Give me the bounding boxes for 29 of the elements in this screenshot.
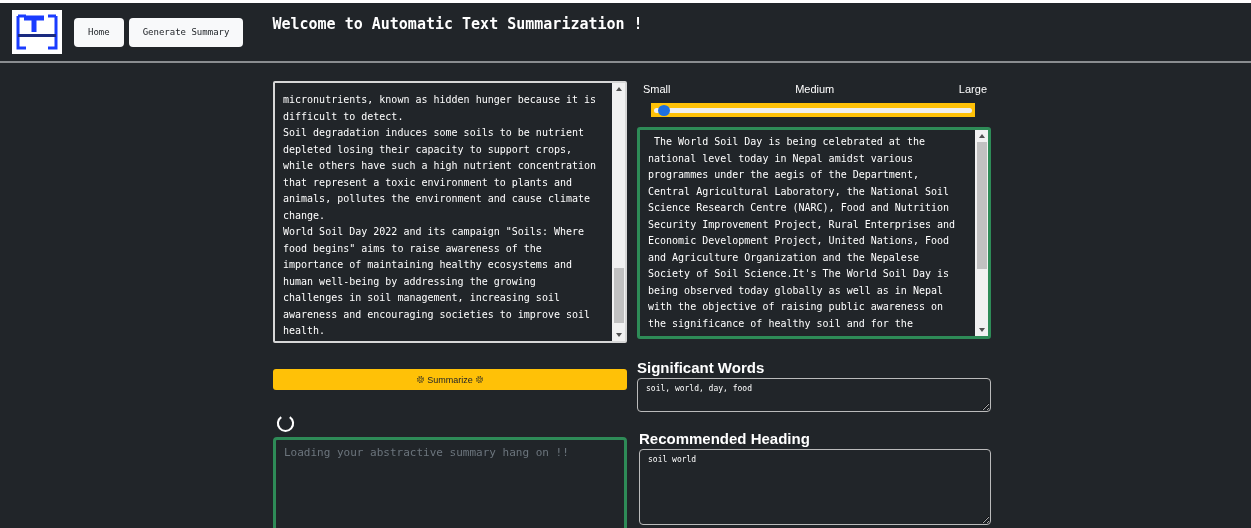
- scrollbar[interactable]: [612, 83, 625, 341]
- scrollbar-thumb[interactable]: [976, 142, 987, 269]
- section-heading: Significant Words: [637, 359, 766, 376]
- keywords-field[interactable]: soil, world, day, food: [637, 378, 991, 412]
- summary-field[interactable]: Loading your abstractive summary hang on !!: [273, 437, 627, 528]
- nav-button[interactable]: Generate Summary: [128, 17, 244, 47]
- summarize-button[interactable]: Summarize: [273, 369, 627, 390]
- scroll-down-icon[interactable]: [615, 333, 622, 337]
- slider-label: Large: [958, 83, 987, 95]
- extractive-summary-area[interactable]: [637, 127, 991, 339]
- scrollbar[interactable]: [975, 130, 988, 336]
- page-title: Welcome to Automatic Text Summarization !: [272, 15, 643, 33]
- input-text-area[interactable]: [273, 81, 627, 343]
- extractive-summary-text: The World Soil Day is being celebrated at the national level today in Nepal amidst various programmes under the aegis of the Department, Central Agricultural Laboratory, the National Soil Science Research Centre (NARC), Food and Nutrition Security Improvement Project, Rural Enterprises and Economic Development Project, United Nations, Food and Agriculture Organization and the Nepalese Society of Soil Science.It's The World Soil Day is being observed today globally as well as in Nepal with the objective of raising public awareness on the significance of healthy soil and for the: [647, 135, 957, 331]
- heading-field[interactable]: soil world: [639, 449, 991, 525]
- nav-button[interactable]: Home: [74, 17, 124, 47]
- scroll-up-icon[interactable]: [615, 87, 622, 91]
- gear-icon: [474, 375, 484, 384]
- slider-thumb[interactable]: [657, 104, 670, 116]
- scrollbar-thumb[interactable]: [613, 268, 624, 323]
- scroll-up-icon[interactable]: [978, 134, 985, 138]
- scroll-down-icon[interactable]: [978, 328, 985, 332]
- logo-icon: [12, 10, 62, 54]
- gear-icon: [416, 375, 426, 384]
- slider-label: Small: [643, 83, 671, 95]
- slider-label: Medium: [795, 83, 835, 95]
- length-slider[interactable]: [651, 103, 975, 117]
- input-text: micronutrients, known as hidden hunger because it is difficult to detect. Soil degradation induces some soils to be nutrient depleted losing their capacity to support crops, while others have such a high nutrient concentration that represent a toxic environment to plants and animals, pollutes the environment and cause climate change. World Soil Day 2022 and its campaign "Soils: Where food begins" aims to raise awareness of the importance of maintaining healthy ecosystems and human well-being by addressing the growing challenges in soil management, increasing soil awareness and encouraging societies to improve soil health.: [282, 93, 598, 338]
- section-heading: Recommended Heading: [639, 430, 811, 447]
